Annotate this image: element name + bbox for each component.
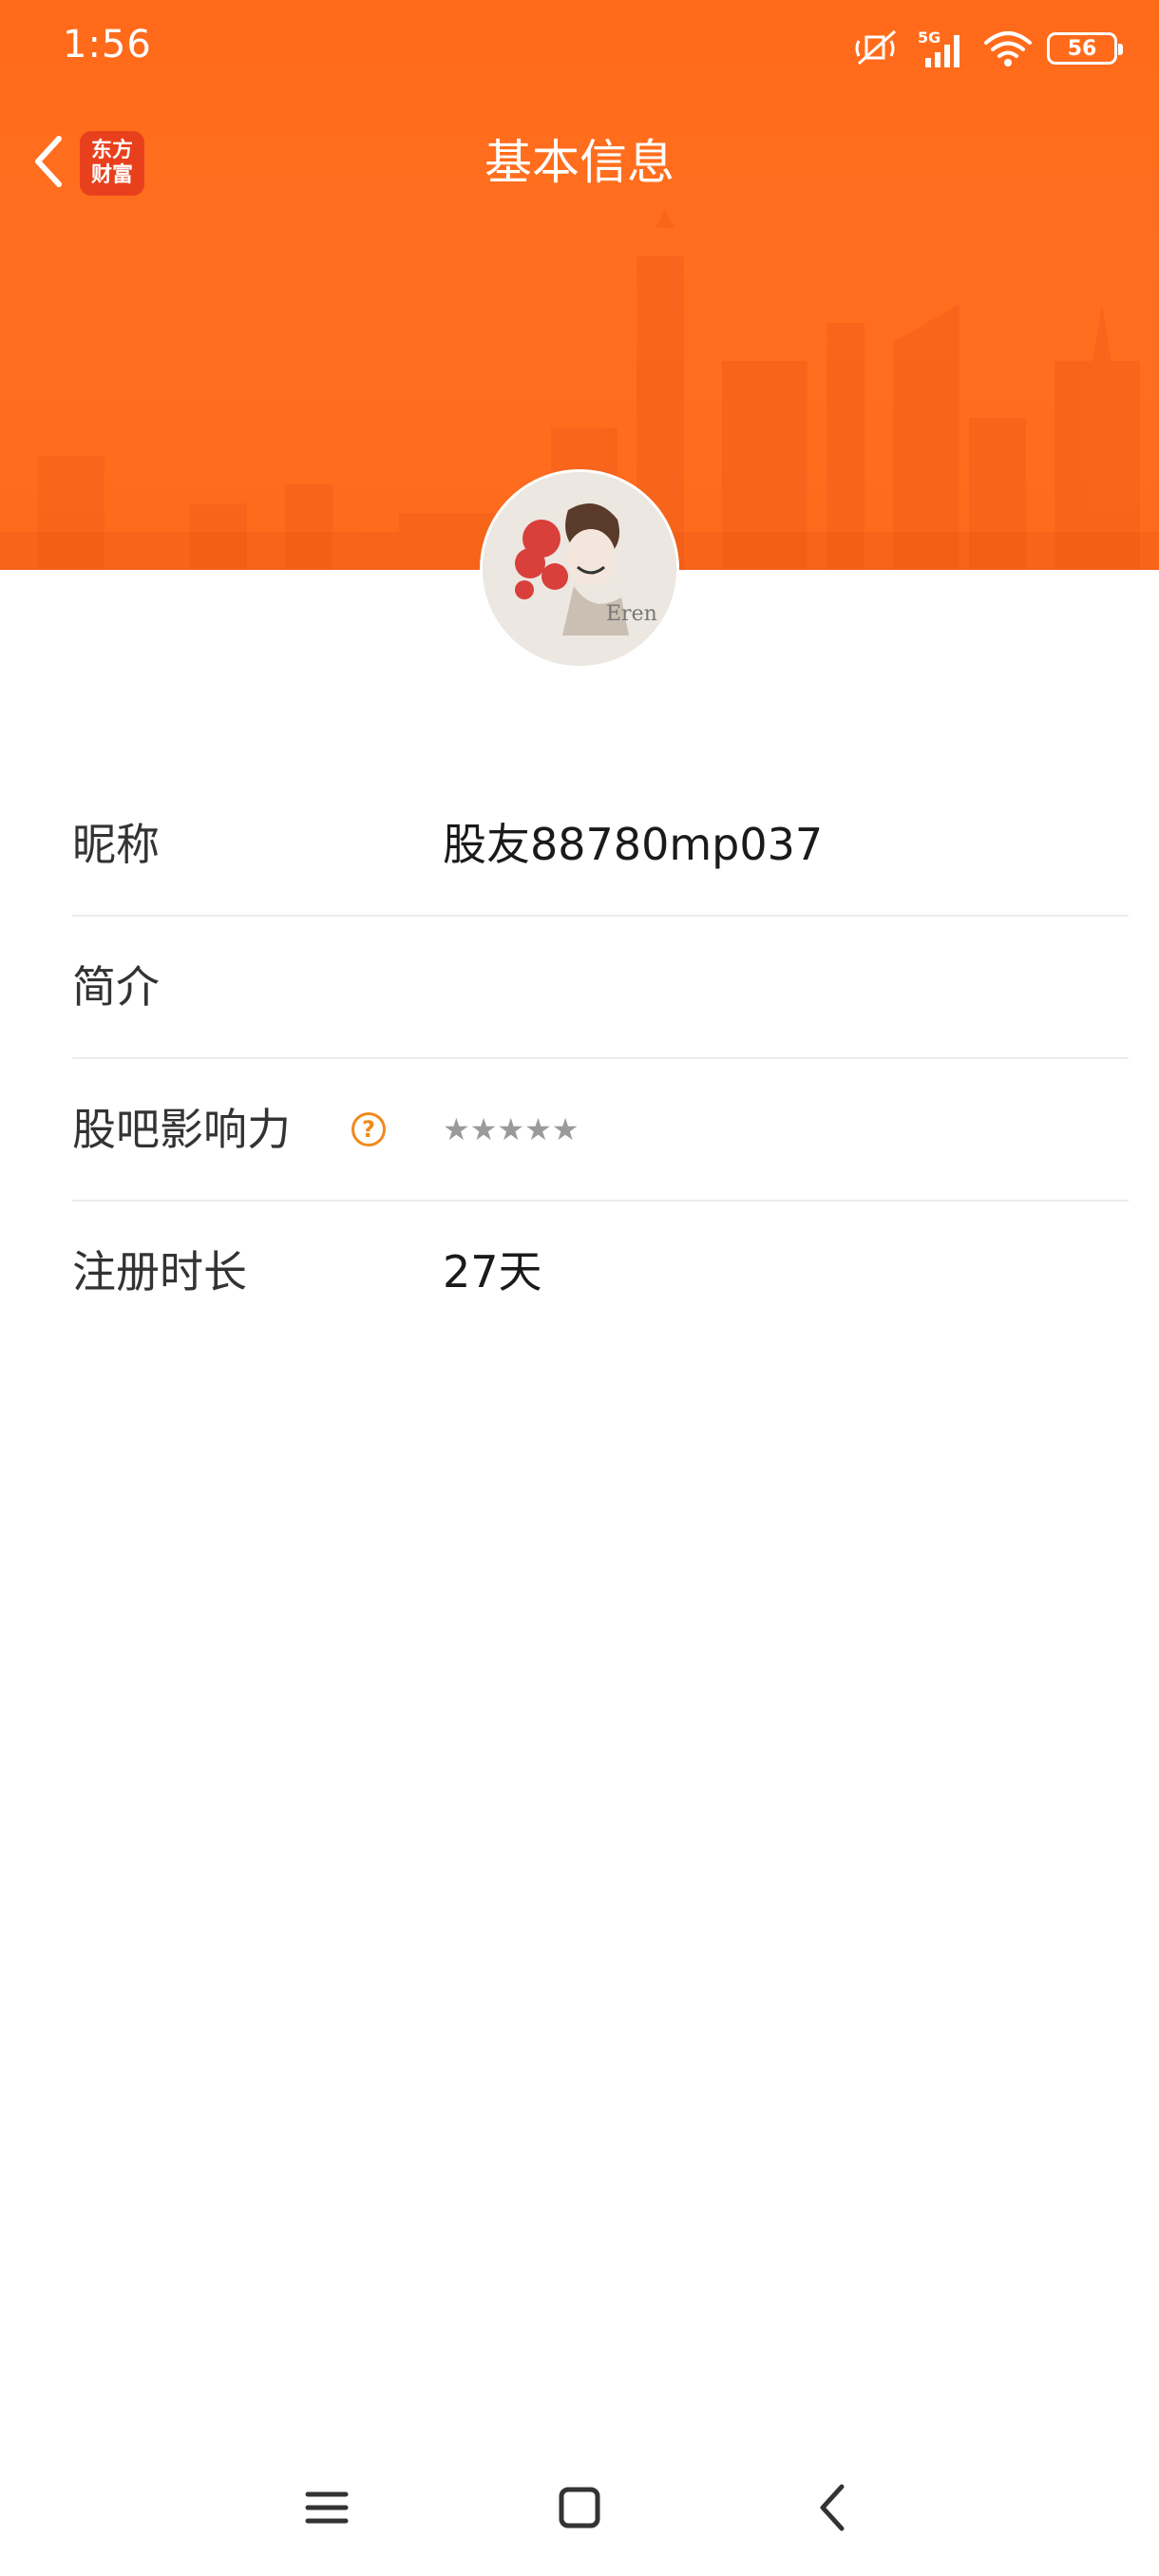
avatar-image: Eren xyxy=(483,472,676,666)
nickname-row[interactable]: 昵称 股友88780mp037 xyxy=(72,774,1129,917)
influence-label: 股吧影响力 xyxy=(72,1104,291,1155)
nickname-label: 昵称 xyxy=(72,819,160,870)
registration-label: 注册时长 xyxy=(72,1246,247,1297)
influence-stars: ★★★★★ xyxy=(443,1111,580,1147)
status-icons: 5G 56 xyxy=(853,25,1123,72)
page: 1:56 5G 56 东方 财富 基本信息 Eren 昵称 股友88780mp0… xyxy=(0,0,1159,2576)
help-icon[interactable]: ? xyxy=(352,1112,386,1146)
wifi-icon xyxy=(984,31,1032,66)
bio-row[interactable]: 简介 xyxy=(72,917,1129,1059)
registration-row: 注册时长 27天 xyxy=(72,1202,1129,1344)
home-icon xyxy=(559,2487,600,2529)
battery-level: 56 xyxy=(1067,36,1097,61)
signal-icon: 5G xyxy=(918,28,960,67)
system-back-button[interactable] xyxy=(794,2470,870,2546)
bio-label: 简介 xyxy=(72,961,160,1013)
avatar-caption: Eren xyxy=(606,602,657,626)
menu-button[interactable] xyxy=(289,2470,365,2546)
info-list: 昵称 股友88780mp037 简介 股吧影响力 ? ★★★★★ 注册时长 27… xyxy=(0,774,1159,1344)
system-nav-bar xyxy=(0,2451,1159,2565)
avatar[interactable]: Eren xyxy=(480,469,679,669)
nickname-value: 股友88780mp037 xyxy=(443,819,824,870)
home-button[interactable] xyxy=(542,2470,618,2546)
mute-icon xyxy=(855,29,897,66)
registration-value: 27天 xyxy=(443,1246,542,1297)
page-title: 基本信息 xyxy=(484,135,674,190)
battery-icon: 56 xyxy=(1047,32,1123,65)
back-icon xyxy=(820,2484,845,2531)
status-time: 1:56 xyxy=(63,23,152,66)
influence-row: 股吧影响力 ? ★★★★★ xyxy=(72,1059,1129,1202)
network-type: 5G xyxy=(918,28,940,47)
menu-icon xyxy=(305,2491,349,2524)
status-bar: 1:56 5G 56 xyxy=(0,0,1159,95)
